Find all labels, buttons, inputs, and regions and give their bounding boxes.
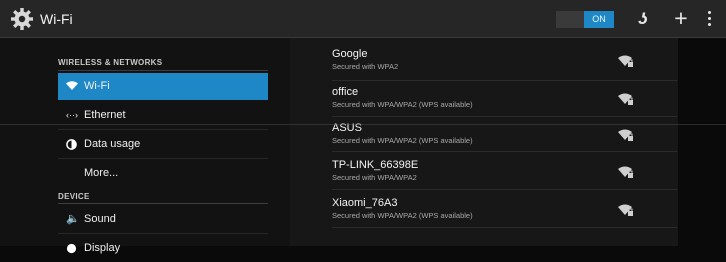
sidebar-item-label: More...	[84, 167, 119, 179]
divider	[58, 233, 268, 234]
sidebar-item-more[interactable]: More...	[58, 160, 268, 187]
wps-icon[interactable]: ʖ	[632, 8, 654, 30]
network-security: Secured with WPA/WPA2 (WPS available)	[332, 100, 473, 109]
speaker-icon: 🔈	[66, 213, 80, 225]
network-ssid: Xiaomi_76A3	[332, 197, 398, 209]
divider	[332, 189, 677, 190]
network-security: Secured with WPA/WPA2 (WPS available)	[332, 136, 473, 145]
divider	[332, 227, 677, 228]
sidebar-item-wifi[interactable]: Wi-Fi	[58, 73, 268, 100]
network-item[interactable]: ASUS Secured with WPA/WPA2 (WPS availabl…	[332, 122, 677, 159]
wifi-lock-icon	[618, 129, 633, 141]
network-security: Secured with WPA2	[332, 62, 399, 71]
action-bar: Wi-Fi ON ʖ +	[0, 0, 726, 38]
sidebar-item-label: Display	[84, 242, 121, 254]
wifi-toggle[interactable]: ON	[556, 11, 614, 28]
page-title: Wi-Fi	[40, 11, 73, 27]
network-item[interactable]: Xiaomi_76A3 Secured with WPA/WPA2 (WPS a…	[332, 197, 677, 234]
divider	[332, 116, 677, 117]
overflow-menu-icon[interactable]	[702, 8, 716, 30]
sidebar-item-display[interactable]: Display	[58, 235, 268, 262]
right-margin	[678, 38, 726, 246]
divider	[332, 80, 677, 81]
network-security: Secured with WPA/WPA2 (WPS available)	[332, 211, 473, 220]
section-header-device: DEVICE	[58, 192, 90, 201]
section-divider	[58, 203, 268, 204]
wifi-lock-icon	[618, 166, 633, 178]
wifi-lock-icon	[618, 204, 633, 216]
settings-gear-icon[interactable]	[10, 7, 34, 31]
wifi-lock-icon	[618, 93, 633, 105]
network-security: Secured with WPA/WPA2	[332, 173, 417, 182]
network-item[interactable]: TP-LINK_66398E Secured with WPA/WPA2	[332, 159, 677, 196]
sidebar-item-sound[interactable]: 🔈 Sound	[58, 206, 268, 233]
network-item[interactable]: office Secured with WPA/WPA2 (WPS availa…	[332, 86, 677, 123]
section-header-wireless: WIRELESS & NETWORKS	[58, 58, 163, 67]
sidebar-item-label: Wi-Fi	[84, 80, 110, 92]
network-ssid: Google	[332, 48, 368, 60]
network-ssid: office	[332, 86, 359, 98]
divider	[58, 158, 268, 159]
sidebar-item-label: Sound	[84, 213, 116, 225]
divider	[58, 129, 268, 130]
section-divider	[58, 70, 268, 71]
sidebar-item-label: Data usage	[84, 138, 141, 150]
wifi-lock-icon	[618, 55, 633, 67]
divider	[0, 124, 726, 125]
sidebar-item-data-usage[interactable]: Data usage	[58, 131, 268, 158]
wifi-icon	[66, 73, 78, 100]
display-icon	[66, 235, 77, 262]
divider	[332, 151, 677, 152]
data-usage-icon	[66, 131, 77, 158]
add-network-icon[interactable]: +	[670, 7, 692, 30]
toggle-on-label: ON	[584, 11, 614, 28]
network-ssid: TP-LINK_66398E	[332, 159, 419, 171]
